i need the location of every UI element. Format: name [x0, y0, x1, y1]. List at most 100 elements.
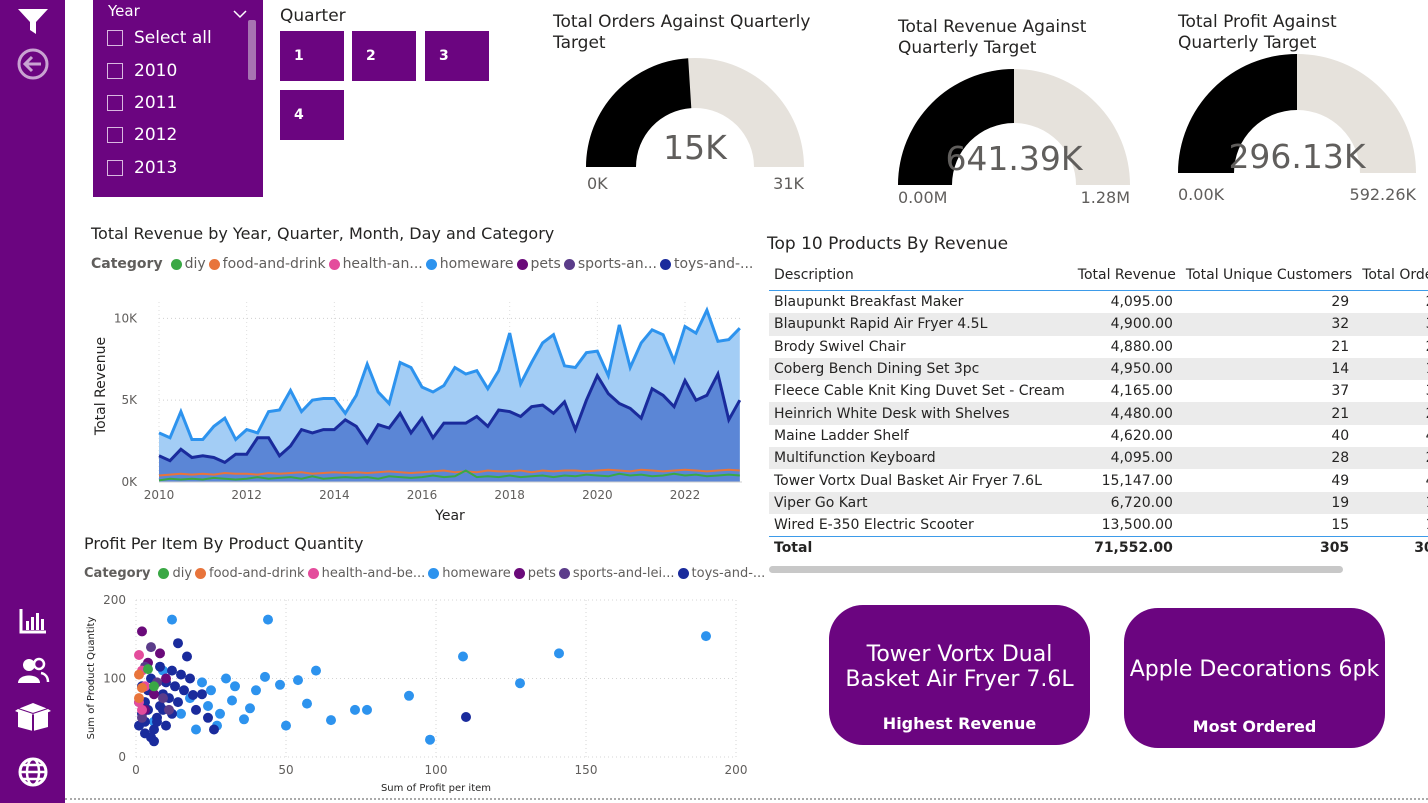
table-row[interactable]: Blaupunkt Rapid Air Fryer 4.5L 4,900.00 32…: [769, 313, 1428, 336]
scatter-point-homeware[interactable]: [350, 704, 360, 715]
legend-item-toys-and-games[interactable]: toys-and-...: [677, 566, 765, 581]
scatter-point-toys-and-games[interactable]: [209, 724, 219, 735]
scatter-point-sports-and-leisure[interactable]: [146, 642, 156, 653]
scatter-point-food-and-drink[interactable]: [134, 693, 144, 704]
table-row[interactable]: Heinrich White Desk with Shelves 4,480.00…: [769, 402, 1428, 425]
scatter-point-homeware[interactable]: [302, 698, 312, 709]
scatter-point-toys-and-games[interactable]: [161, 720, 171, 731]
scatter-point-toys-and-games[interactable]: [149, 736, 159, 747]
column-header-total-orders[interactable]: Total Orders: [1357, 260, 1428, 291]
scatter-point-homeware[interactable]: [326, 715, 336, 726]
scatter-point-food-and-drink[interactable]: [137, 682, 147, 693]
scatter-point-toys-and-games[interactable]: [173, 638, 183, 649]
scatter-point-diy[interactable]: [143, 664, 153, 675]
revenue-area-chart[interactable]: 0K 5K 10K 2010 2012 2014 2016 2018 2020 2022 Tota…: [80, 290, 760, 530]
scatter-point-homeware[interactable]: [275, 679, 285, 690]
legend-item-sports-and-leisure[interactable]: sports-an...: [563, 256, 657, 272]
scatter-point-homeware[interactable]: [425, 734, 435, 745]
scatter-point-toys-and-games[interactable]: [167, 665, 177, 676]
scatter-point-food-and-drink[interactable]: [134, 669, 144, 680]
scatter-point-diy[interactable]: [149, 681, 159, 692]
legend-item-diy[interactable]: diy: [170, 256, 206, 272]
box-icon[interactable]: [12, 698, 54, 734]
quarter-button-3[interactable]: 3: [425, 31, 489, 81]
scatter-point-homeware[interactable]: [311, 665, 321, 676]
scatter-point-sports-and-leisure[interactable]: [158, 693, 168, 704]
scatter-point-toys-and-games[interactable]: [182, 651, 192, 662]
year-option-2011[interactable]: 2011: [107, 91, 177, 115]
scatter-point-homeware[interactable]: [230, 681, 240, 692]
legend-item-toys-and-games[interactable]: toys-and-...: [659, 256, 753, 272]
scatter-point-sports-and-leisure[interactable]: [164, 704, 174, 715]
year-option-2013[interactable]: 2013: [107, 156, 177, 180]
legend-item-pets[interactable]: pets: [513, 566, 556, 581]
chevron-down-icon[interactable]: [233, 4, 247, 23]
scatter-point-toys-and-games[interactable]: [197, 689, 207, 700]
legend-item-food-and-drink[interactable]: food-and-drink: [195, 566, 305, 581]
scatter-point-homeware[interactable]: [167, 614, 177, 625]
checkbox[interactable]: [107, 63, 123, 79]
scatter-point-homeware[interactable]: [554, 648, 564, 659]
scatter-point-homeware[interactable]: [206, 685, 216, 696]
scatter-point-homeware[interactable]: [515, 678, 525, 689]
scatter-point-homeware[interactable]: [263, 614, 273, 625]
scatter-point-toys-and-games[interactable]: [185, 673, 195, 684]
legend-item-sports-and-leisure[interactable]: sports-and-lei...: [558, 566, 675, 581]
scatter-point-health-and-beauty[interactable]: [134, 650, 144, 660]
scatter-point-homeware[interactable]: [251, 685, 261, 696]
year-option-2010[interactable]: 2010: [107, 59, 177, 83]
users-icon[interactable]: [12, 653, 54, 689]
back-arrow-icon[interactable]: [12, 46, 54, 82]
profit-scatter-chart[interactable]: 0 100 200 0 50 100 150 200 Sum of Product Quant…: [80, 590, 760, 798]
scatter-point-homeware[interactable]: [458, 651, 468, 662]
scatter-point-health-and-beauty[interactable]: [137, 704, 147, 715]
table-row[interactable]: Maine Ladder Shelf 4,620.00 40 40: [769, 425, 1428, 447]
legend-item-health-and-beauty[interactable]: health-an...: [328, 256, 423, 272]
quarter-button-2[interactable]: 2: [352, 31, 416, 81]
scatter-point-homeware[interactable]: [701, 631, 711, 642]
scatter-point-toys-and-games[interactable]: [461, 712, 471, 722]
scatter-point-homeware[interactable]: [203, 701, 213, 711]
scatter-point-toys-and-games[interactable]: [155, 661, 165, 672]
checkbox[interactable]: [107, 160, 123, 176]
checkbox[interactable]: [107, 127, 123, 143]
scatter-point-toys-and-games[interactable]: [179, 685, 189, 696]
filter-icon[interactable]: [12, 3, 54, 39]
table-row[interactable]: Coberg Bench Dining Set 3pc4,950.001414: [769, 357, 1428, 381]
legend-item-pets[interactable]: pets: [516, 256, 561, 272]
scatter-point-toys-and-games[interactable]: [170, 681, 180, 692]
bar-chart-icon[interactable]: [12, 603, 54, 639]
scatter-point-homeware[interactable]: [281, 720, 291, 731]
scatter-point-homeware[interactable]: [221, 673, 231, 684]
table-row[interactable]: Viper Go Kart6,720.001919: [769, 491, 1428, 514]
scatter-point-toys-and-games[interactable]: [176, 669, 186, 680]
scatter-point-homeware[interactable]: [362, 704, 372, 715]
scatter-point-toys-and-games[interactable]: [191, 704, 201, 715]
table-row[interactable]: Wired E-350 Electric Scooter 13,500.00 15 1…: [769, 514, 1428, 537]
legend-item-food-and-drink[interactable]: food-and-drink: [208, 256, 326, 272]
legend-item-homeware[interactable]: homeware: [425, 256, 514, 272]
scatter-point-homeware[interactable]: [293, 675, 303, 686]
column-header-description[interactable]: Description: [769, 260, 1073, 291]
table-row[interactable]: Brody Swivel Chair 4,880.00 21 21: [769, 336, 1428, 358]
scatter-point-pets[interactable]: [161, 673, 171, 684]
checkbox[interactable]: [107, 30, 123, 46]
scatter-point-toys-and-games[interactable]: [188, 690, 198, 700]
year-slicer-scrollbar[interactable]: [248, 20, 256, 80]
table-row[interactable]: Multifunction Keyboard4,095.002828: [769, 447, 1428, 470]
scatter-point-homeware[interactable]: [239, 714, 249, 725]
table-row[interactable]: Tower Vortx Dual Basket Air Fryer 7.6L 15…: [769, 469, 1428, 491]
scatter-point-homeware[interactable]: [404, 690, 414, 701]
scatter-point-homeware[interactable]: [197, 677, 207, 688]
table-row[interactable]: Fleece Cable Knit King Duvet Set - Cream…: [769, 380, 1428, 402]
scatter-point-homeware[interactable]: [176, 708, 186, 719]
table-row[interactable]: Blaupunkt Breakfast Maker 4,095.00 29 29: [769, 291, 1428, 314]
scatter-point-toys-and-games[interactable]: [173, 697, 183, 708]
quarter-button-1[interactable]: 1: [280, 31, 344, 81]
scatter-point-toys-and-games[interactable]: [203, 712, 213, 723]
legend-item-homeware[interactable]: homeware: [428, 566, 511, 581]
column-header-unique-customers[interactable]: Total Unique Customers: [1180, 260, 1358, 291]
legend-item-health-and-beauty[interactable]: health-and-be...: [307, 566, 425, 581]
year-option-select-all[interactable]: Select all: [107, 26, 212, 50]
scatter-point-homeware[interactable]: [191, 724, 201, 735]
